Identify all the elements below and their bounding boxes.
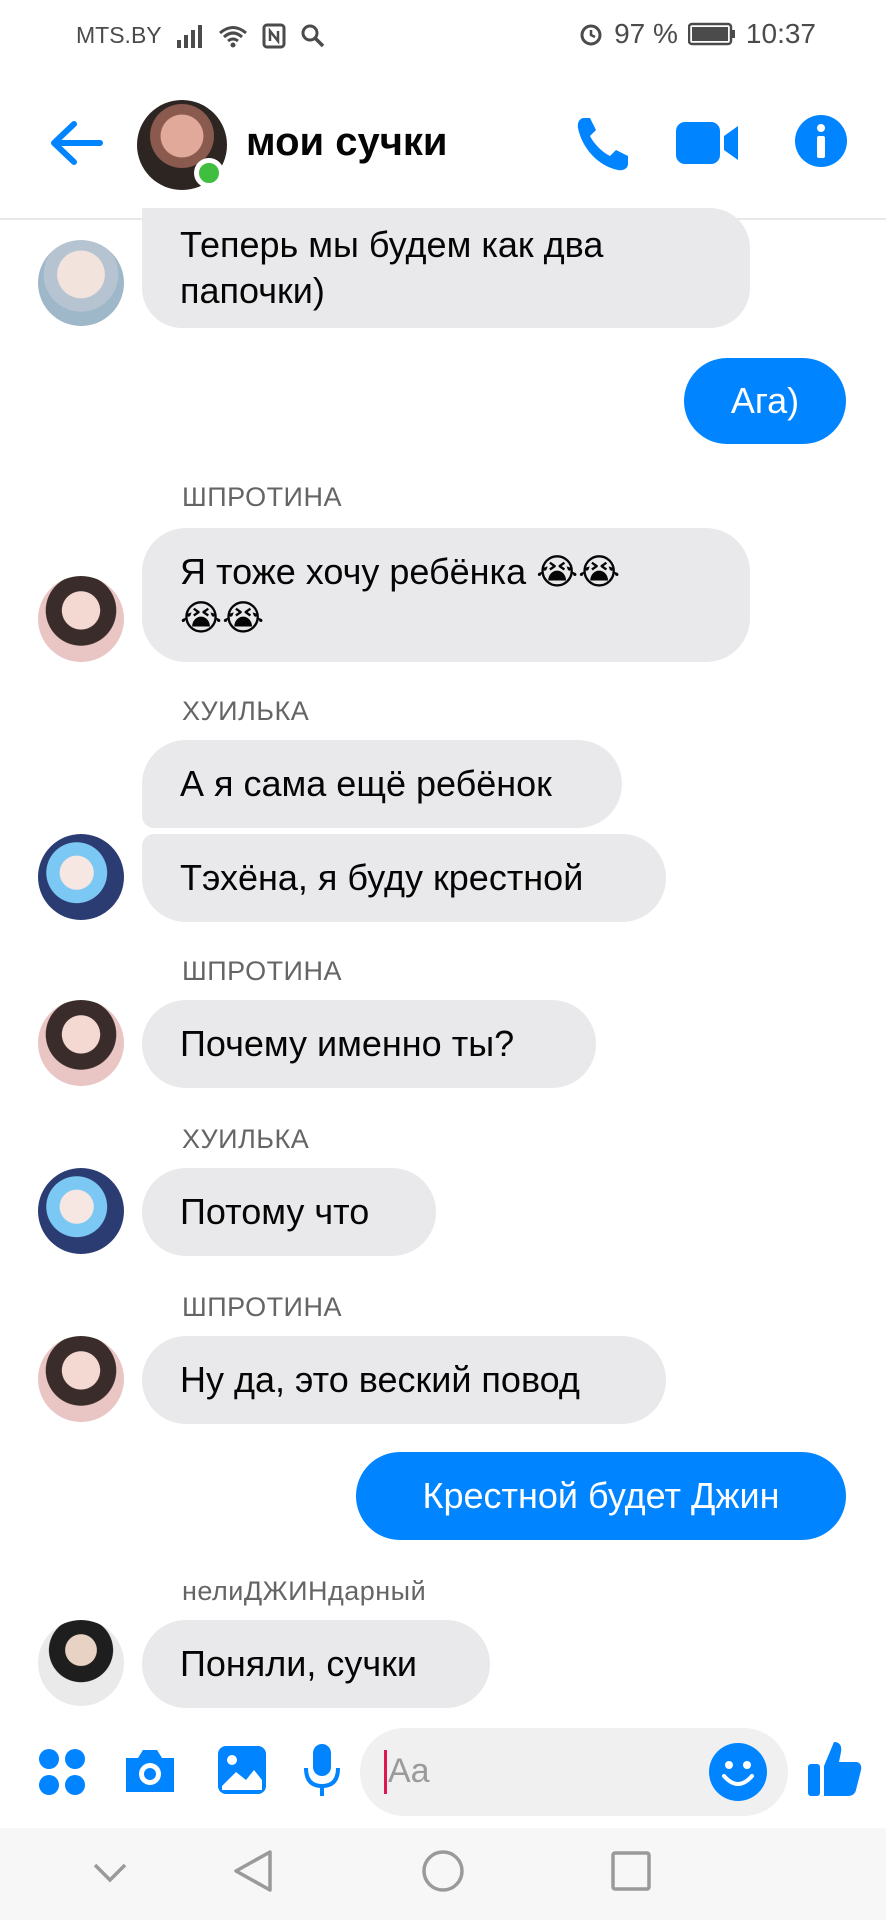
incoming-message-bubble[interactable]: Поняли, сучки — [142, 1620, 490, 1708]
avatar[interactable] — [38, 1168, 124, 1254]
incoming-message-bubble[interactable]: Тэхёна, я буду крестной — [142, 834, 666, 922]
message-text: Потому что — [180, 1191, 370, 1232]
message-text: Тэхёна, я буду крестной — [180, 857, 584, 898]
outgoing-message-bubble[interactable]: Ага) — [684, 358, 846, 444]
mic-icon[interactable] — [302, 1742, 342, 1798]
sender-name: ШПРОТИНА — [182, 1292, 342, 1322]
system-nav-bar — [0, 1828, 886, 1920]
message-text: 😭😭 — [180, 597, 265, 638]
emoji-icon[interactable] — [708, 1742, 768, 1802]
chat-title[interactable]: мои сучки — [246, 120, 448, 165]
avatar[interactable] — [38, 834, 124, 920]
message-text: Ага) — [730, 380, 800, 421]
sender-name: нелиДЖИНдарный — [182, 1576, 427, 1606]
incoming-message-bubble[interactable]: Почему именно ты? — [142, 1000, 596, 1088]
message-text: Я тоже хочу ребёнка 😭😭 — [180, 551, 621, 592]
battery-icon — [687, 22, 735, 46]
gallery-icon[interactable] — [216, 1744, 268, 1796]
sender-name: ХУИЛЬКА — [182, 1124, 310, 1154]
like-icon[interactable] — [806, 1738, 862, 1798]
nav-down-icon[interactable] — [92, 1862, 128, 1884]
message-text: А я сама ещё ребёнок — [180, 763, 552, 804]
incoming-message-bubble[interactable]: Ну да, это веский повод — [142, 1336, 666, 1424]
chat-header: мои сучки — [0, 70, 886, 220]
message-text: Теперь мы будем как два — [180, 224, 604, 265]
incoming-message-bubble[interactable]: Теперь мы будем как два папочки) — [142, 208, 750, 328]
sender-name: ХУИЛЬКА — [182, 696, 310, 726]
incoming-message-bubble[interactable]: Я тоже хочу ребёнка 😭😭 😭😭 — [142, 528, 750, 662]
incoming-message-bubble[interactable]: Потому что — [142, 1168, 436, 1256]
status-left: MTS.BY — [76, 22, 326, 49]
video-icon[interactable] — [676, 120, 740, 166]
status-bar: MTS.BY 97 % 10:37 — [0, 0, 886, 70]
avatar[interactable] — [38, 1000, 124, 1086]
search-icon — [301, 24, 324, 47]
phone-icon[interactable] — [574, 114, 632, 174]
message-text: Ну да, это веский повод — [180, 1359, 580, 1400]
message-text: Поняли, сучки — [180, 1643, 418, 1684]
message-text: Крестной будет Джин — [422, 1475, 780, 1516]
nav-home-icon[interactable] — [420, 1848, 466, 1894]
nav-back-icon[interactable] — [232, 1848, 274, 1894]
clock: 10:37 — [745, 18, 816, 49]
avatar[interactable] — [38, 1336, 124, 1422]
message-list[interactable]: Теперь мы будем как два папочки) Ага) ШП… — [0, 208, 886, 1718]
outgoing-message-bubble[interactable]: Крестной будет Джин — [356, 1452, 846, 1540]
signal-icon — [176, 24, 202, 48]
sender-name: ШПРОТИНА — [182, 956, 342, 986]
online-indicator — [194, 158, 224, 188]
avatar[interactable] — [38, 240, 124, 326]
apps-icon[interactable] — [38, 1748, 86, 1796]
wifi-icon — [218, 25, 247, 47]
input-placeholder: Aa — [388, 1752, 430, 1790]
nav-recents-icon[interactable] — [610, 1850, 652, 1892]
message-input[interactable]: Aa — [360, 1728, 788, 1816]
status-right: 97 % 10:37 — [578, 18, 816, 50]
alarm-icon — [580, 24, 602, 46]
incoming-message-bubble[interactable]: А я сама ещё ребёнок — [142, 740, 622, 828]
message-text: Почему именно ты? — [180, 1023, 515, 1064]
battery-percent: 97 % — [614, 18, 678, 49]
nfc-icon — [262, 23, 286, 48]
info-icon[interactable] — [794, 114, 848, 168]
composer-bar: Aa — [0, 1718, 886, 1828]
avatar[interactable] — [38, 576, 124, 662]
camera-icon[interactable] — [122, 1746, 178, 1796]
carrier-label: MTS.BY — [76, 22, 162, 48]
sender-name: ШПРОТИНА — [182, 482, 342, 512]
back-arrow-icon[interactable] — [48, 118, 104, 168]
avatar[interactable] — [38, 1620, 124, 1706]
message-text: папочки) — [180, 270, 325, 311]
text-caret — [384, 1750, 387, 1794]
